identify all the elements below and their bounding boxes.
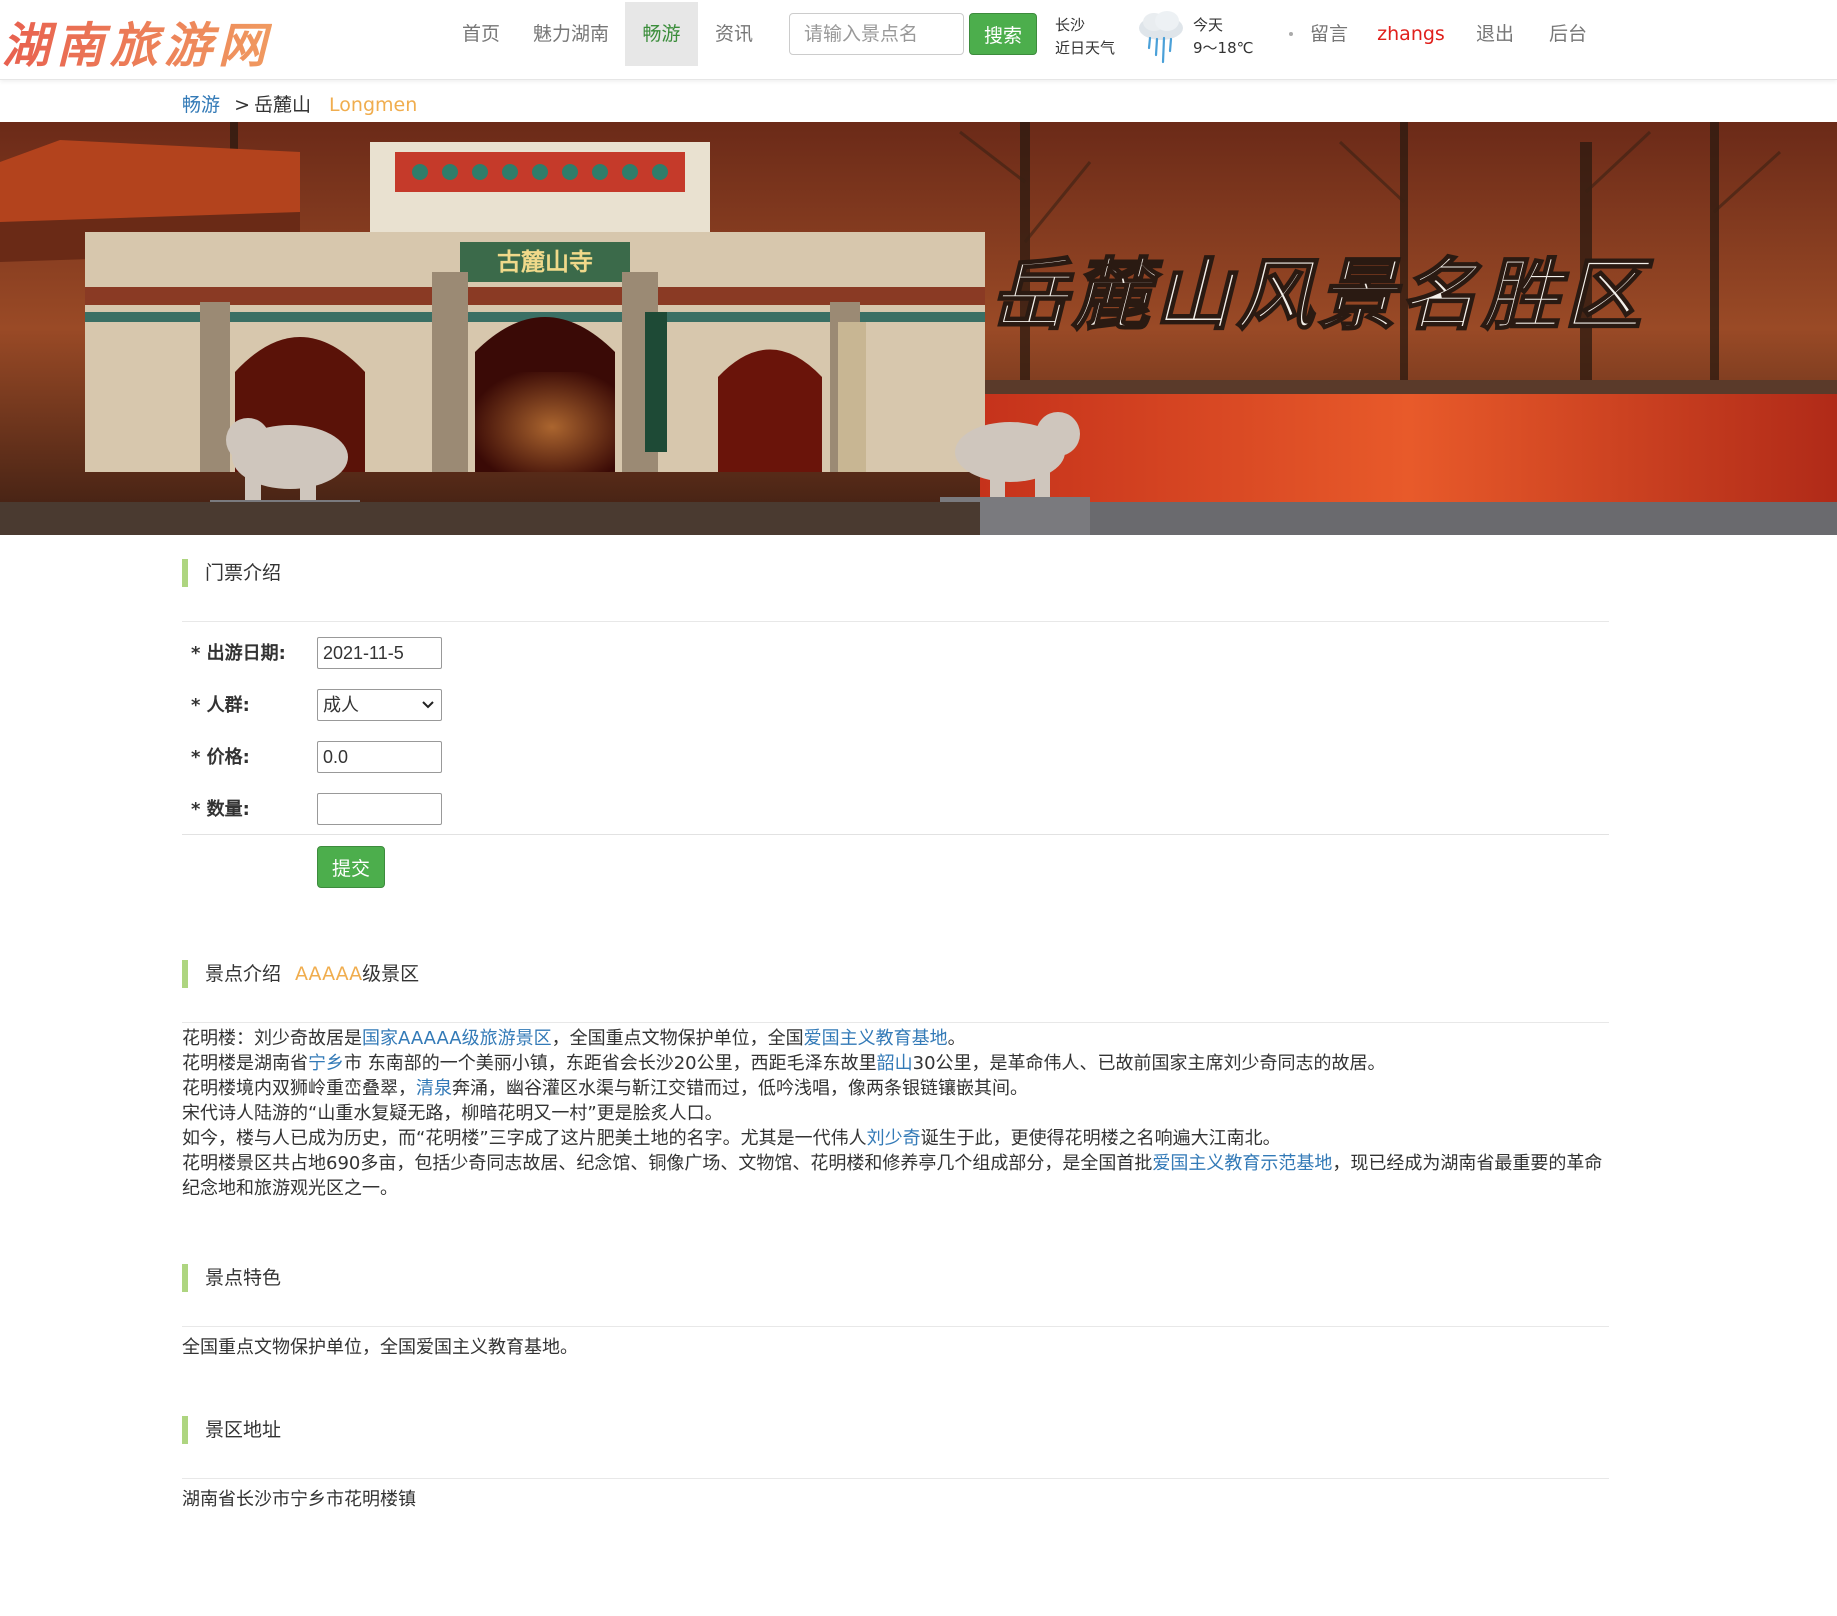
ticket-section-title: 门票介绍 bbox=[205, 562, 282, 584]
visitor-group-select[interactable]: 成人 bbox=[317, 689, 442, 721]
scenic-grade-badge: AAAAA bbox=[295, 963, 363, 985]
top-navbar: 湖南旅游网 首页 魅力湖南 畅游 资讯 搜索 长沙 近日天气 今天 9～18℃ … bbox=[0, 0, 1837, 80]
breadcrumb-parent-link[interactable]: 畅游 bbox=[182, 94, 220, 116]
intro-text: 。 bbox=[947, 1028, 966, 1049]
separator-dot bbox=[1289, 32, 1293, 36]
quantity-label: * 数量: bbox=[191, 799, 250, 820]
section-accent-bar bbox=[182, 1264, 188, 1292]
site-logo[interactable]: 湖南旅游网 bbox=[2, 6, 272, 76]
intro-text: ，全国重点文物保护单位，全国 bbox=[551, 1028, 804, 1049]
scenic-banner-image: 古麓山寺 岳麓山风景名胜区 bbox=[0, 122, 1837, 535]
address-section-header: 景区地址 bbox=[182, 1404, 1609, 1479]
scenic-grade-suffix: 级景区 bbox=[362, 963, 420, 985]
features-section-header: 景点特色 bbox=[182, 1252, 1609, 1327]
ticket-section-header: 门票介绍 bbox=[182, 547, 1609, 622]
price-field[interactable] bbox=[317, 741, 442, 773]
address-text: 湖南省长沙市宁乡市花明楼镇 bbox=[182, 1489, 416, 1510]
intro-text: 奔涌，幽谷灌区水渠与靳江交错而过，低吟浅唱，像两条银链镶嵌其间。 bbox=[452, 1078, 1028, 1099]
intro-text: 30公里，是革命伟人、已故前国家主席刘少奇同志的故居。 bbox=[912, 1053, 1386, 1074]
nav-username[interactable]: zhangs bbox=[1373, 2, 1449, 66]
intro-text: 宋代诗人陆游的“山重水复疑无路，柳暗花明又一村”更是脍炙人口。 bbox=[182, 1103, 723, 1124]
intro-title-text: 景点介绍 bbox=[205, 963, 282, 985]
travel-date-field[interactable] bbox=[317, 637, 442, 669]
banner-plaque-text: 古麓山寺 bbox=[497, 247, 593, 276]
visitor-group-value: 成人 bbox=[323, 695, 359, 715]
address-section-title: 景区地址 bbox=[205, 1419, 282, 1441]
breadcrumb-current: 岳麓山 bbox=[253, 94, 311, 116]
intro-paragraph: 花明楼：刘少奇故居是国家AAAAA级旅游景区，全国重点文物保护单位，全国爱国主义… bbox=[182, 1026, 1609, 1201]
intro-line: 花明楼是湖南省宁乡市 东南部的一个美丽小镇，东距省会长沙20公里，西距毛泽东故里… bbox=[182, 1051, 1609, 1076]
patriotic-demo-base-link[interactable]: 爱国主义教育示范基地 bbox=[1152, 1153, 1332, 1174]
group-label: * 人群: bbox=[191, 695, 250, 716]
intro-section-header: 景点介绍 AAAAA级景区 bbox=[182, 948, 1609, 1023]
section-accent-bar bbox=[182, 559, 188, 587]
breadcrumb-separator: > bbox=[234, 94, 250, 116]
section-accent-bar bbox=[182, 960, 188, 988]
intro-section-title: 景点介绍 AAAAA级景区 bbox=[205, 960, 419, 988]
date-label: * 出游日期: bbox=[191, 643, 286, 664]
search-button[interactable]: 搜索 bbox=[969, 13, 1037, 55]
weather-city: 长沙 bbox=[1055, 16, 1086, 34]
intro-text: 如今，楼与人已成为历史，而“花明楼”三字成了这片肥美土地的名字。尤其是一代伟人 bbox=[182, 1128, 867, 1149]
submit-button[interactable]: 提交 bbox=[317, 846, 385, 888]
ningxiang-link[interactable]: 宁乡 bbox=[308, 1053, 344, 1074]
weather-today-label: 今天 bbox=[1193, 16, 1224, 34]
liu-shaoqi-link[interactable]: 刘少奇 bbox=[867, 1128, 921, 1149]
price-label: * 价格: bbox=[191, 747, 250, 768]
nav-logout[interactable]: 退出 bbox=[1468, 2, 1522, 66]
nav-charm-hunan[interactable]: 魅力湖南 bbox=[526, 2, 616, 66]
features-text: 全国重点文物保护单位，全国爱国主义教育基地。 bbox=[182, 1337, 578, 1358]
form-divider bbox=[182, 834, 1609, 835]
rain-cloud-icon bbox=[1139, 11, 1183, 64]
intro-text: 花明楼境内双狮岭重峦叠翠， bbox=[182, 1078, 416, 1099]
intro-line: 花明楼景区共占地690多亩，包括少奇同志故居、纪念馆、铜像广场、文物馆、花明楼和… bbox=[182, 1151, 1609, 1201]
intro-text: 花明楼：刘少奇故居是 bbox=[182, 1028, 362, 1049]
weather-label: 近日天气 bbox=[1055, 39, 1116, 57]
features-section-title: 景点特色 bbox=[205, 1267, 282, 1289]
intro-line: 如今，楼与人已成为历史，而“花明楼”三字成了这片肥美土地的名字。尤其是一代伟人刘… bbox=[182, 1126, 1609, 1151]
nav-tour[interactable]: 畅游 bbox=[625, 2, 698, 66]
quantity-field[interactable] bbox=[317, 793, 442, 825]
intro-text: 花明楼景区共占地690多亩，包括少奇同志故居、纪念馆、铜像广场、文物馆、花明楼和… bbox=[182, 1153, 1153, 1174]
shaoshan-link[interactable]: 韶山 bbox=[877, 1053, 913, 1074]
banner-caption-text: 岳麓山风景名胜区 bbox=[990, 250, 1654, 341]
intro-line: 花明楼：刘少奇故居是国家AAAAA级旅游景区，全国重点文物保护单位，全国爱国主义… bbox=[182, 1026, 1609, 1051]
nav-admin[interactable]: 后台 bbox=[1541, 2, 1595, 66]
qingquan-link[interactable]: 清泉 bbox=[416, 1078, 452, 1099]
section-accent-bar bbox=[182, 1416, 188, 1444]
chevron-down-icon bbox=[422, 701, 434, 709]
intro-text: 诞生于此，更使得花明楼之名响遍大江南北。 bbox=[920, 1128, 1281, 1149]
temple-gate-illustration: 古麓山寺 岳麓山风景名胜区 bbox=[0, 122, 1837, 535]
national-5a-link[interactable]: 国家AAAAA级旅游景区 bbox=[362, 1028, 552, 1049]
breadcrumb-english-name: Longmen bbox=[329, 94, 418, 116]
nav-message[interactable]: 留言 bbox=[1304, 2, 1354, 66]
nav-home[interactable]: 首页 bbox=[446, 2, 516, 66]
weather-temperature: 9～18℃ bbox=[1193, 39, 1254, 57]
intro-text: 花明楼是湖南省 bbox=[182, 1053, 308, 1074]
patriotic-base-link[interactable]: 爱国主义教育基地 bbox=[804, 1028, 948, 1049]
search-input[interactable] bbox=[789, 13, 964, 55]
intro-line: 花明楼境内双狮岭重峦叠翠，清泉奔涌，幽谷灌区水渠与靳江交错而过，低吟浅唱，像两条… bbox=[182, 1076, 1609, 1101]
breadcrumb: 畅游 > 岳麓山 Longmen bbox=[182, 90, 417, 117]
intro-line: 宋代诗人陆游的“山重水复疑无路，柳暗花明又一村”更是脍炙人口。 bbox=[182, 1101, 1609, 1126]
nav-news[interactable]: 资讯 bbox=[702, 2, 766, 66]
intro-text: 市 东南部的一个美丽小镇，东距省会长沙20公里，西距毛泽东故里 bbox=[344, 1053, 877, 1074]
